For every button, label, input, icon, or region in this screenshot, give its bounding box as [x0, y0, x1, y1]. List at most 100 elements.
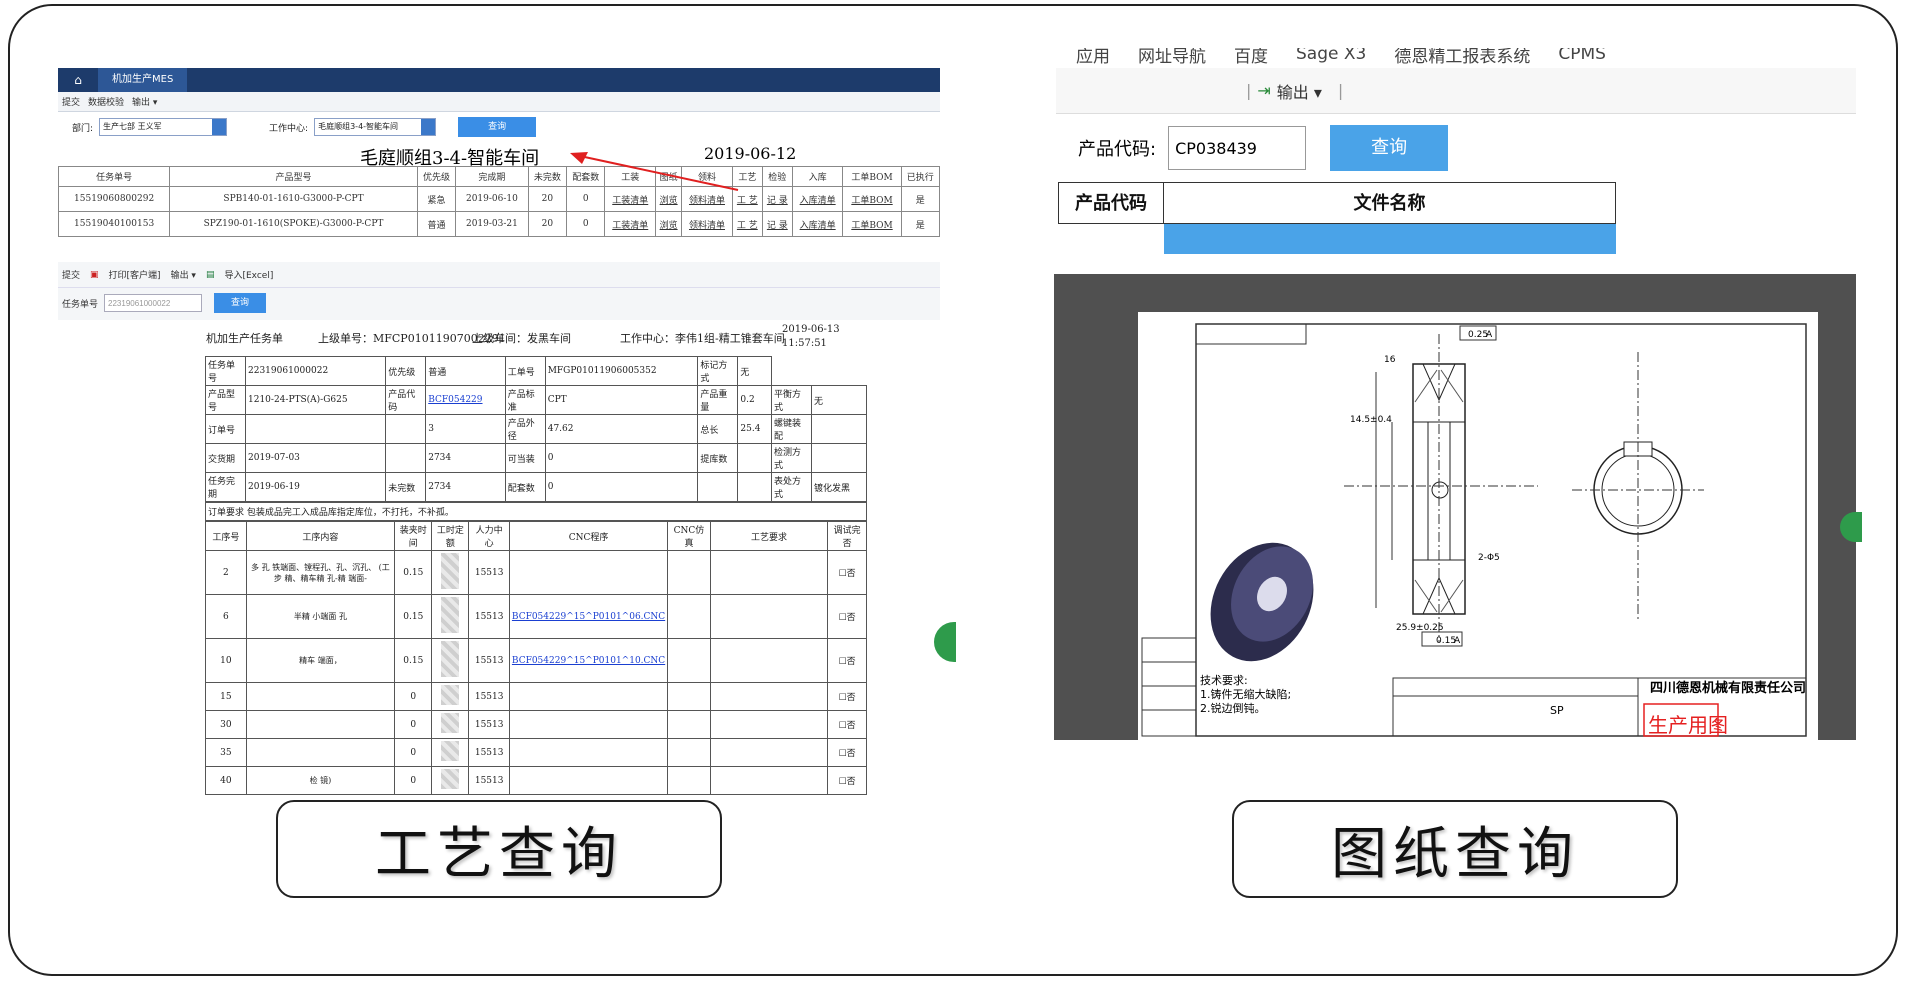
proc-cell — [667, 550, 711, 595]
task-document: 机加生产任务单 上级单号：MFCP01011907002291 上级车间：发黑车… — [200, 322, 870, 795]
home-icon[interactable]: ⌂ — [58, 73, 98, 87]
info-cell: 2019-06-19 — [244, 472, 387, 502]
bookmark-item[interactable]: CPMS — [1558, 48, 1606, 64]
proc-header: 调试完否 — [827, 521, 867, 551]
export-button[interactable]: 输出 ▾ — [1277, 79, 1322, 103]
table-cell[interactable]: 入库清单 — [791, 186, 844, 212]
info-cell: 产品标准 — [504, 385, 546, 415]
tab-mes[interactable]: 机加生产MES — [98, 68, 188, 92]
print-icon: ▣ — [90, 269, 99, 280]
task-input[interactable] — [104, 294, 203, 312]
proc-cell: 15513 — [468, 594, 510, 639]
print-button[interactable]: 打印[客户端] — [109, 268, 161, 281]
proc-cell — [245, 738, 396, 767]
tech-title: 技术要求: — [1200, 674, 1248, 687]
table-cell[interactable]: 浏览 — [655, 211, 683, 237]
proc-cell: 多 孔 铁端面、镗程孔、孔、沉孔、 (工步 精、精车精 孔-精 端面- — [245, 550, 396, 595]
validate-button[interactable]: 数据校验 — [88, 95, 124, 108]
info-cell: 1210-24-PTS(A)-G625 — [244, 385, 387, 415]
table-cell: 20 — [527, 186, 568, 212]
cnc-link — [508, 682, 669, 711]
bookmark-item[interactable]: 应用 — [1076, 48, 1110, 67]
export-button[interactable]: 输出 ▾ — [132, 95, 157, 108]
proc-cell: 检 镜) — [245, 766, 396, 795]
center-select[interactable]: 毛庭顺组3-4-智能车间 — [314, 118, 437, 136]
cnc-link — [508, 738, 669, 767]
proc-cell: 0 — [394, 766, 433, 795]
info-cell: 交货期 — [205, 443, 246, 473]
workshop-title: 毛庭顺组3-4-智能车间 — [360, 148, 540, 169]
bookmark-item[interactable]: 网址导航 — [1138, 48, 1206, 67]
info-cell: CPT — [544, 385, 699, 415]
info-cell: 产品重量 — [697, 385, 739, 415]
done-checkbox[interactable]: ☐否 — [827, 638, 867, 683]
table-cell[interactable]: 记 录 — [761, 186, 793, 212]
info-cell — [810, 414, 868, 444]
proc-cell — [709, 550, 829, 595]
bookmark-item[interactable]: 百度 — [1234, 48, 1268, 67]
cnc-link[interactable]: BCF054229^15^P0101^10.CNC — [508, 638, 669, 683]
proc-cell: 半精 小端面 孔 — [245, 594, 396, 639]
proc-cell — [431, 710, 470, 739]
table-cell: SPZ190-01-1610(SPOKE)-G3000-P-CPT — [169, 211, 418, 237]
done-checkbox[interactable]: ☐否 — [827, 710, 867, 739]
table-cell: 15519040100153 — [58, 211, 171, 237]
info-cell: 产品外径 — [504, 414, 546, 444]
info-row: 订单号 3 产品外径 47.62 总长 25.4 螺键装配 — [205, 414, 868, 444]
proc-cell — [709, 638, 829, 683]
caption-drawing-query: 图纸查询 — [1232, 800, 1678, 898]
info-cell: 0 — [544, 472, 699, 502]
table-cell: 2019-06-10 — [455, 186, 529, 212]
proc-cell — [667, 682, 711, 711]
table-cell: 是 — [900, 186, 940, 212]
selected-row[interactable] — [1164, 224, 1616, 254]
drawing-viewer: 0.25 A 0.15 A 14.5±0.4 16 25.9±0.25 2-Φ5 — [1054, 274, 1856, 740]
chevron-down-icon[interactable] — [421, 119, 436, 135]
table-cell: 普通 — [416, 211, 457, 237]
submit-button[interactable]: 提交 — [62, 95, 80, 108]
table-cell[interactable]: 领料清单 — [681, 211, 733, 237]
cnc-link[interactable]: BCF054229^15^P0101^06.CNC — [508, 594, 669, 639]
proc-cell — [431, 638, 470, 683]
table-cell[interactable]: 入库清单 — [791, 211, 844, 237]
info-cell: 22319061000022 — [244, 356, 387, 386]
table-cell: 2019-03-21 — [455, 211, 529, 237]
table-cell[interactable]: 工单BOM — [842, 211, 902, 237]
table-cell[interactable]: 工单BOM — [842, 186, 902, 212]
proc-cell: 15513 — [468, 550, 510, 595]
info-cell: 产品代码 — [385, 385, 427, 415]
dim-d: 2-Φ5 — [1478, 553, 1500, 563]
bookmark-item[interactable]: Sage X3 — [1296, 48, 1366, 64]
info-cell[interactable]: BCF054229 — [425, 385, 506, 415]
submit-button[interactable]: 提交 — [62, 268, 80, 281]
task-label: 任务单号 — [62, 299, 99, 310]
col-file-name: 文件名称 — [1164, 182, 1616, 224]
done-checkbox[interactable]: ☐否 — [827, 766, 867, 795]
export-icon: ⇥ — [1257, 81, 1271, 100]
table-cell[interactable]: 记 录 — [761, 211, 793, 237]
done-checkbox[interactable]: ☐否 — [827, 738, 867, 767]
info-cell: 3 — [425, 414, 506, 444]
requirement-row: 订单要求 包装成品完工入成品库指定库位，不打托，不补孤。 — [205, 502, 867, 521]
done-checkbox[interactable]: ☐否 — [827, 594, 867, 639]
proc-cell: 0 — [394, 710, 433, 739]
product-code-input[interactable] — [1168, 126, 1307, 170]
table-cell[interactable]: 工装清单 — [604, 211, 657, 237]
export-button[interactable]: 输出 ▾ — [171, 268, 196, 281]
info-cell: 优先级 — [385, 356, 427, 386]
task-query-button[interactable]: 查询 — [214, 293, 267, 313]
dim-b: 16 — [1384, 355, 1396, 365]
done-checkbox[interactable]: ☐否 — [827, 682, 867, 711]
table-cell[interactable]: 工 艺 — [731, 211, 763, 237]
tech-2: 2.锐边倒钝。 — [1200, 701, 1266, 715]
import-excel-button[interactable]: 导入[Excel] — [224, 268, 273, 281]
drawing-query-button[interactable]: 查询 — [1330, 125, 1449, 171]
info-cell: 2734 — [425, 443, 506, 473]
dept-select[interactable]: 生产七部 王义军 — [99, 118, 228, 136]
done-checkbox[interactable]: ☐否 — [827, 550, 867, 595]
query-button[interactable]: 查询 — [458, 117, 537, 137]
float-widget-right[interactable] — [1840, 512, 1862, 542]
chevron-down-icon[interactable] — [212, 119, 227, 135]
bookmark-item[interactable]: 德恩精工报表系统 — [1394, 48, 1530, 67]
info-cell: 工单号 — [504, 356, 546, 386]
